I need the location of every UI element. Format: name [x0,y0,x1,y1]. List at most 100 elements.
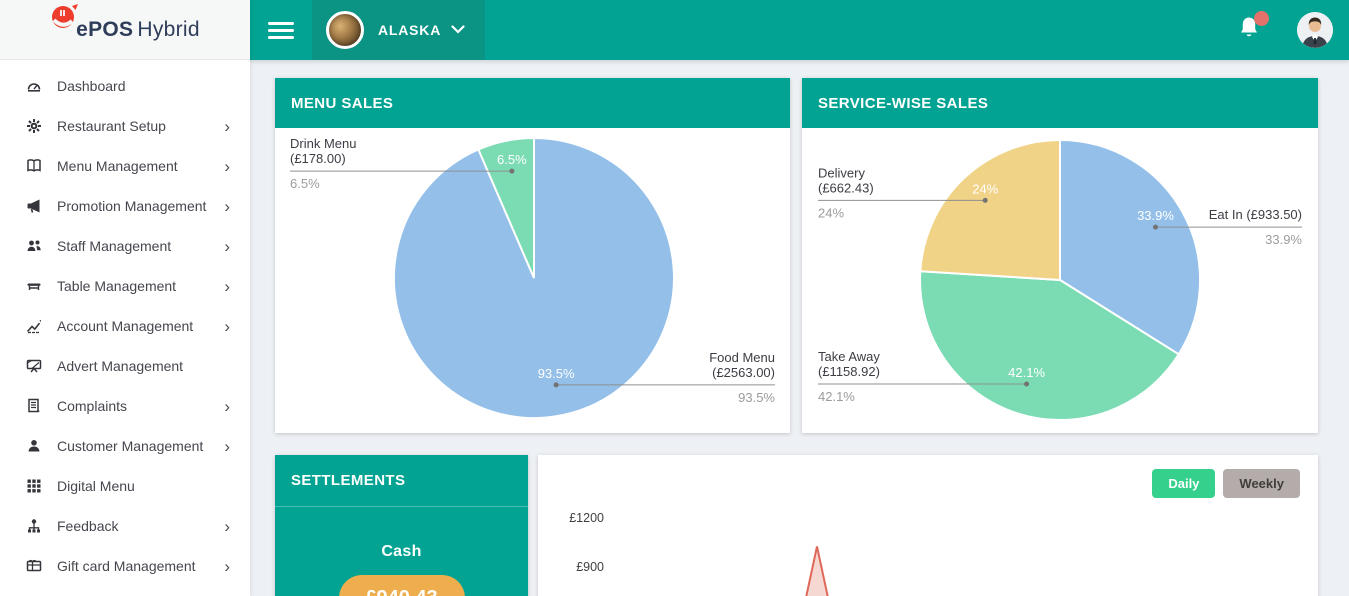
user-icon [25,438,43,454]
menu-sales-title: MENU SALES [291,94,394,112]
sidebar-item-customer-management[interactable]: Customer Management › [0,426,250,466]
bell-icon [1237,17,1261,45]
menu-sales-card: MENU SALES 93.5% Food Menu (£2563.00) 93.5%… [275,78,790,433]
sidebar-item-label: Restaurant Setup [57,118,166,134]
menu-book-icon [25,158,43,174]
notifications-button[interactable] [1237,10,1269,46]
pie-outer-name-label: Food Menu [709,350,775,365]
service-wise-sales-card: SERVICE-WISE SALES 33.9% Eat In (£933.50)… [802,78,1318,433]
service-wise-sales-title: SERVICE-WISE SALES [818,94,989,112]
sidebar-item-label: Advert Management [57,358,184,374]
pie-outer-pct-label: 33.9% [1265,232,1302,247]
pie-slice-delivery[interactable] [919,138,1061,282]
pie-outer-name-label: Drink Menu [290,136,356,151]
sidebar-item-gift-card-management[interactable]: Gift card Management › [0,546,250,586]
sidebar-item-label: Feedback [57,518,119,534]
sidebar-item-complaints[interactable]: Complaints › [0,386,250,426]
chevron-right-icon: › [224,436,230,456]
user-avatar[interactable] [1297,12,1333,48]
chart-period-toggle: Daily Weekly [1152,469,1300,498]
sidebar-item-promotion-management[interactable]: Promotion Management › [0,186,250,226]
menu-sales-header: MENU SALES [275,78,790,128]
chevron-right-icon: › [224,116,230,136]
sidebar-item-advert-management[interactable]: Advert Management [0,346,250,386]
pie-outer-pct-label: 24% [818,205,844,220]
weekly-button[interactable]: Weekly [1223,469,1300,498]
logo-secondary: Hybrid [137,17,200,41]
chevron-right-icon: › [224,236,230,256]
sidebar-item-account-management[interactable]: Account Management › [0,306,250,346]
sidebar-item-staff-management[interactable]: Staff Management › [0,226,250,266]
venue-selector[interactable]: ALASKA [312,0,486,60]
daily-button[interactable]: Daily [1152,469,1216,498]
y-axis-tick-label: £1200 [569,511,604,525]
sidebar-item-feedback[interactable]: Feedback › [0,506,250,546]
pie-inner-pct-label: 33.9% [1137,208,1174,223]
venue-name: ALASKA [378,22,442,38]
sidebar-item-label: Table Management [57,278,177,294]
sidebar-item-restaurant-setup[interactable]: Restaurant Setup › [0,106,250,146]
sales-spike-area[interactable] [784,546,850,596]
chevron-right-icon: › [224,516,230,536]
pie-outer-name-label: (£178.00) [290,151,346,166]
pie-inner-pct-label: 42.1% [1008,365,1045,380]
document-icon [25,398,43,414]
hamburger-icon[interactable] [268,18,294,43]
chevron-right-icon: › [224,156,230,176]
pie-outer-pct-label: 42.1% [818,389,855,404]
sidebar-item-label: Complaints [57,398,128,414]
settlement-method-label: Cash [381,543,422,560]
topbar-actions [1237,10,1349,48]
service-wise-sales-header: SERVICE-WISE SALES [802,78,1318,128]
chevron-right-icon: › [224,276,230,296]
sidebar-item-label: Gift card Management [57,558,196,574]
service-wise-sales-pie-chart: 33.9% Eat In (£933.50) 33.9% 42.1% Take Away… [818,138,1302,421]
pie-outer-name-label: Delivery [818,165,865,180]
settlements-title: SETTLEMENTS [275,455,528,507]
pie-outer-pct-label: 93.5% [738,390,775,405]
sidebar-item-menu-management[interactable]: Menu Management › [0,146,250,186]
sidebar-item-label: Account Management [57,318,194,334]
sidebar-nav: Dashboard Restaurant Setup › Menu Managemen… [0,60,250,586]
pie-outer-name-label: (£1158.92) [818,364,880,379]
megaphone-icon [25,198,43,214]
pie-leader-dot [982,197,988,203]
pie-leader-dot [1024,381,1030,387]
logo[interactable]: ePOS Hybrid [0,0,250,60]
menu-sales-pie-chart: 93.5% Food Menu(£2563.00) 93.5% 6.5% Drink M… [290,136,775,419]
sitemap-icon [25,518,43,534]
pie-leader-dot [553,382,559,388]
chevron-down-icon [451,21,465,39]
sidebar-item-dashboard[interactable]: Dashboard [0,66,250,106]
dashboard-content: MENU SALES 93.5% Food Menu (£2563.00) 93.5%… [250,60,1349,596]
settlements-card: SETTLEMENTS Cash £940.43 [275,455,528,596]
sidebar-item-digital-menu[interactable]: Digital Menu [0,466,250,506]
sales-trend-card: Daily Weekly £1200 £900 [538,455,1318,596]
logo-text: ePOS Hybrid [76,18,200,42]
restaurant-photo [326,11,364,49]
dashboard-icon [25,78,43,94]
app-root: ePOS Hybrid Dashboard Restaurant Setup › Men… [0,0,1349,596]
pie-outer-name-label: Take Away [818,349,880,364]
pie-outer-name-label: (£2563.00) [712,365,775,380]
chevron-right-icon: › [224,196,230,216]
sidebar-item-label: Customer Management [57,438,204,454]
pie-inner-pct-label: 6.5% [497,152,527,167]
table-icon [25,278,43,294]
chevron-right-icon: › [224,396,230,416]
sidebar-item-label: Staff Management [57,238,172,254]
pie-leader-dot [509,168,515,174]
topbar: ALASKA [250,0,1349,60]
pie-outer-name-label: (£662.43) [818,180,874,195]
chevron-right-icon: › [224,316,230,336]
sidebar-item-label: Dashboard [57,78,126,94]
chevron-right-icon: › [224,556,230,576]
sidebar-item-label: Promotion Management [57,198,207,214]
pie-inner-pct-label: 24% [972,181,998,196]
gift-card-icon [25,558,43,574]
gear-icon [25,118,43,134]
epos-logo-icon [50,4,80,41]
settlement-cash-amount: £940.43 [338,575,465,596]
staff-icon [25,238,43,254]
sidebar-item-table-management[interactable]: Table Management › [0,266,250,306]
